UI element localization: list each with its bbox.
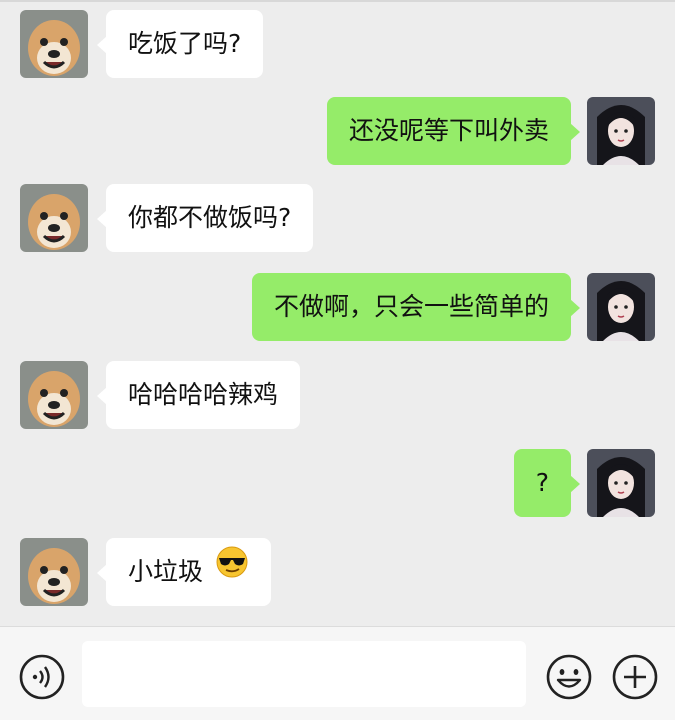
- message-row: 小垃圾: [0, 538, 675, 608]
- message-text: 不做啊，只会一些简单的: [273, 292, 549, 321]
- avatar[interactable]: [587, 97, 655, 165]
- top-divider: [0, 0, 675, 2]
- sent-message-bubble[interactable]: 还没呢等下叫外卖: [326, 97, 581, 165]
- received-message-bubble[interactable]: 吃饭了吗?: [96, 10, 264, 78]
- received-message-bubble[interactable]: 小垃圾: [97, 537, 271, 606]
- plus-icon: [612, 654, 658, 700]
- message-text: ?: [535, 468, 549, 497]
- avatar[interactable]: [20, 361, 88, 429]
- message-row: 哈哈哈哈辣鸡: [0, 361, 675, 431]
- message-row: 不做啊，只会一些简单的: [0, 273, 675, 343]
- message-text: 哈哈哈哈辣鸡: [128, 380, 279, 409]
- message-input[interactable]: [82, 641, 526, 707]
- received-message-bubble[interactable]: 你都不做饭吗?: [96, 184, 314, 252]
- avatar[interactable]: [20, 538, 88, 606]
- sent-message-bubble[interactable]: ?: [513, 449, 581, 517]
- voice-icon: [19, 654, 65, 700]
- message-text: 还没呢等下叫外卖: [348, 116, 549, 145]
- message-text: 你都不做饭吗?: [128, 203, 292, 232]
- message-text: 吃饭了吗?: [128, 29, 242, 58]
- received-message-bubble[interactable]: 哈哈哈哈辣鸡: [96, 361, 301, 429]
- sunglasses-emoji-icon: [215, 537, 249, 605]
- message-text: 小垃圾: [128, 557, 204, 586]
- input-toolbar: [0, 626, 675, 720]
- chat-area: 吃饭了吗? 还没呢等下叫外卖 你都不做饭吗? 不做啊，只会一些简单的 哈哈哈哈辣…: [0, 0, 675, 626]
- message-row: 还没呢等下叫外卖: [0, 97, 675, 167]
- message-row: 吃饭了吗?: [0, 10, 675, 80]
- emoji-button[interactable]: [545, 653, 593, 701]
- avatar[interactable]: [20, 184, 88, 252]
- avatar[interactable]: [587, 449, 655, 517]
- message-row: ?: [0, 449, 675, 519]
- message-row: 你都不做饭吗?: [0, 184, 675, 254]
- smiley-icon: [546, 654, 592, 700]
- voice-button[interactable]: [18, 653, 66, 701]
- sent-message-bubble[interactable]: 不做啊，只会一些简单的: [251, 273, 581, 341]
- avatar[interactable]: [20, 10, 88, 78]
- avatar[interactable]: [587, 273, 655, 341]
- more-button[interactable]: [611, 653, 659, 701]
